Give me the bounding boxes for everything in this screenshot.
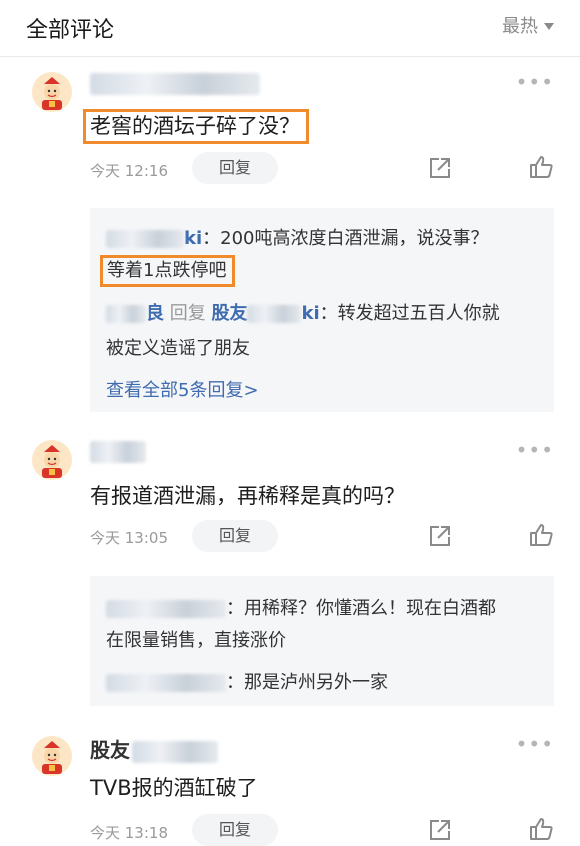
- comment-text: TVB报的酒缸破了: [90, 776, 258, 800]
- reply-username[interactable]: [106, 672, 226, 693]
- comment-text: 老窖的酒坛子碎了没？: [83, 109, 309, 144]
- avatar[interactable]: [32, 736, 72, 776]
- comment-text: 有报道酒泄漏，再稀释是真的吗？: [90, 484, 405, 508]
- share-icon[interactable]: [427, 155, 453, 181]
- reply-username[interactable]: 良: [106, 303, 164, 324]
- comment-item: ••• 老窖的酒坛子碎了没？ 今天 12:16 回复 ki：200吨高浓度白酒泄…: [0, 56, 580, 420]
- reply-item-continued: 等着1点跌停吧: [100, 255, 236, 287]
- reply-item: ki：200吨高浓度白酒泄漏，说没事？: [106, 224, 489, 250]
- avatar[interactable]: [32, 440, 72, 480]
- avatar[interactable]: [32, 72, 72, 112]
- sort-label: 最热: [502, 16, 538, 37]
- comment-time: 今天 12:16: [90, 162, 168, 180]
- username[interactable]: 股友: [90, 734, 218, 763]
- comments-header: 全部评论 最热: [0, 0, 580, 57]
- username[interactable]: [90, 70, 260, 95]
- more-options-icon[interactable]: •••: [516, 732, 554, 756]
- comment-time: 今天 13:18: [90, 824, 168, 842]
- reply-item-continued: 被定义造谣了朋友: [106, 338, 250, 359]
- comment-item: 股友 ••• TVB报的酒缸破了 今天 13:18 回复: [0, 712, 580, 846]
- sort-dropdown[interactable]: 最热: [502, 12, 554, 38]
- like-icon[interactable]: [528, 816, 554, 842]
- page-title: 全部评论: [26, 18, 115, 43]
- reply-item-continued: 在限量销售，直接涨价: [106, 630, 286, 651]
- reply-item: 良 回复 股友 ki：转发超过五百人你就: [106, 299, 500, 325]
- reply-button[interactable]: 回复: [192, 152, 278, 184]
- like-icon[interactable]: [528, 522, 554, 548]
- share-icon[interactable]: [427, 817, 453, 843]
- reply-username[interactable]: ki: [106, 228, 202, 249]
- reply-button[interactable]: 回复: [192, 520, 278, 552]
- more-options-icon[interactable]: •••: [516, 70, 554, 94]
- like-icon[interactable]: [528, 154, 554, 180]
- username[interactable]: [90, 438, 146, 463]
- comment-item: ••• 有报道酒泄漏，再稀释是真的吗？ 今天 13:05 回复 ：用稀释？你懂酒…: [0, 420, 580, 712]
- reply-item: ：用稀释？你懂酒么！现在白酒都: [106, 594, 496, 620]
- reply-thread: ：用稀释？你懂酒么！现在白酒都 在限量销售，直接涨价 ：那是泸州另外一家: [90, 576, 554, 706]
- reply-item: ：那是泸州另外一家: [106, 668, 388, 694]
- share-icon[interactable]: [427, 523, 453, 549]
- reply-target-username[interactable]: 股友 ki: [211, 303, 319, 324]
- reply-username[interactable]: [106, 598, 226, 619]
- reply-thread: ki：200吨高浓度白酒泄漏，说没事？ 等着1点跌停吧 良 回复 股友 ki：转发…: [90, 208, 554, 412]
- comment-time: 今天 13:05: [90, 529, 168, 547]
- view-all-replies-link[interactable]: 查看全部5条回复>: [106, 376, 259, 402]
- more-options-icon[interactable]: •••: [516, 438, 554, 462]
- chevron-down-icon: [544, 22, 554, 30]
- reply-button[interactable]: 回复: [192, 814, 278, 846]
